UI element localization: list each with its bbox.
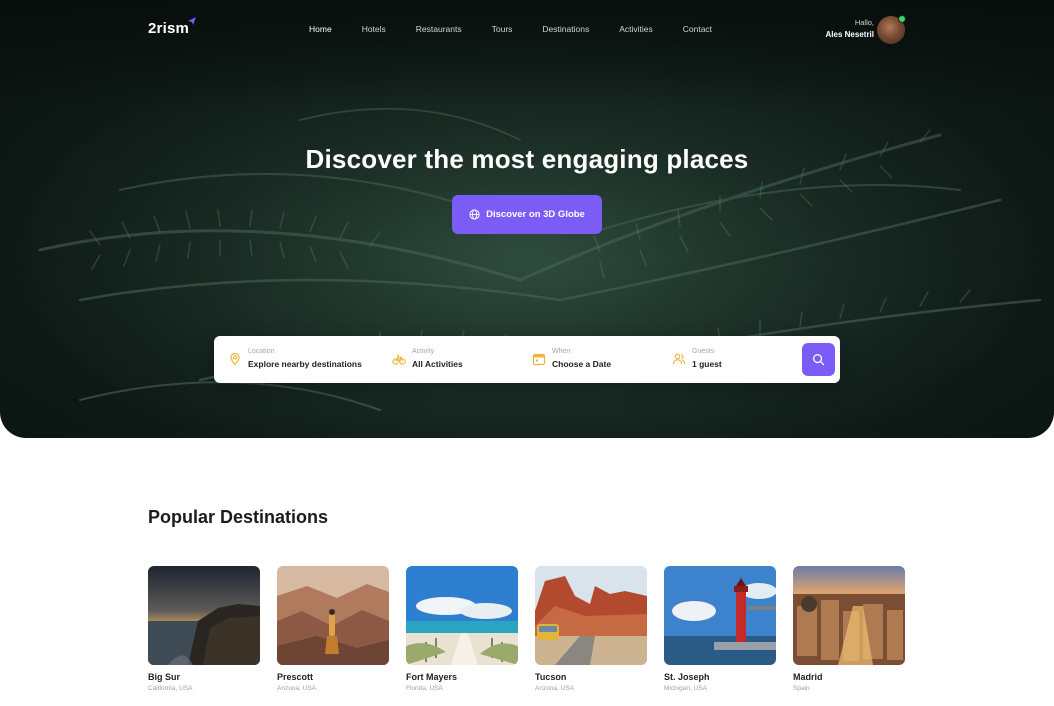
destination-name: Tucson: [535, 672, 567, 682]
user-greeting: Hallo, Ales Nesetril: [826, 18, 874, 39]
destination-name: St. Joseph: [664, 672, 710, 682]
destination-image: [277, 566, 389, 665]
destination-card-tucson[interactable]: Tucson Arizona, USA: [535, 566, 647, 692]
destination-name: Big Sur: [148, 672, 181, 682]
page: 2rism Home Hotels Restaurants Tours Dest…: [0, 0, 1054, 706]
destination-image: [148, 566, 260, 665]
destination-name: Madrid: [793, 672, 823, 682]
destination-image: [406, 566, 518, 665]
date-value: Choose a Date: [552, 359, 612, 369]
main-nav: Home Hotels Restaurants Tours Destinatio…: [309, 24, 712, 34]
user-name: Ales Nesetril: [825, 30, 874, 39]
globe-icon: [469, 209, 480, 220]
discover-3d-globe-button[interactable]: Discover on 3D Globe: [452, 195, 602, 234]
nav-item-destinations[interactable]: Destinations: [542, 24, 589, 34]
online-status-dot: [898, 15, 906, 23]
destination-card-st-joseph[interactable]: St. Joseph Michigan, USA: [664, 566, 776, 692]
calendar-icon: [532, 353, 546, 366]
popular-destinations-title: Popular Destinations: [148, 507, 329, 527]
date-field[interactable]: When Choose a Date: [532, 347, 652, 373]
greeting-text: Hallo,: [854, 18, 874, 27]
nav-item-restaurants[interactable]: Restaurants: [416, 24, 462, 34]
destination-location: California, USA: [148, 685, 193, 692]
activity-label: Activity: [412, 348, 435, 355]
location-label: Location: [248, 348, 275, 355]
top-navbar: 2rism Home Hotels Restaurants Tours Dest…: [0, 0, 1054, 58]
destination-card-fort-mayers[interactable]: Fort Mayers Florida, USA: [406, 566, 518, 692]
destination-card-prescott[interactable]: Prescott Arizona, USA: [277, 566, 389, 692]
destination-image: [664, 566, 776, 665]
nav-item-contact[interactable]: Contact: [683, 24, 712, 34]
activity-field[interactable]: Activity All Activities: [392, 347, 512, 373]
activity-value: All Activities: [412, 359, 463, 369]
guests-field[interactable]: Guests 1 guest: [672, 347, 782, 373]
search-bar: Location Explore nearby destinations Act…: [214, 336, 840, 383]
destination-card-big-sur[interactable]: Big Sur California, USA: [148, 566, 260, 692]
destination-card-madrid[interactable]: Madrid Spain: [793, 566, 905, 692]
search-icon: [813, 354, 825, 366]
nav-item-tours[interactable]: Tours: [492, 24, 513, 34]
bicycle-icon: [392, 354, 406, 365]
destination-location: Spain: [793, 685, 810, 692]
hero-title: Discover the most engaging places: [305, 144, 749, 174]
destination-image: [793, 566, 905, 665]
map-pin-icon: [230, 352, 240, 366]
destination-name: Prescott: [277, 672, 314, 682]
nav-item-home[interactable]: Home: [309, 24, 332, 34]
destination-location: Arizona, USA: [277, 685, 317, 692]
search-button[interactable]: [802, 343, 835, 376]
date-label: When: [552, 348, 571, 355]
destination-location: Arizona, USA: [535, 685, 575, 692]
destinations-list: Big Sur California, USA Prescott Arizona…: [148, 566, 906, 696]
user-avatar[interactable]: [877, 15, 906, 44]
guests-value: 1 guest: [692, 359, 722, 369]
nav-item-activities[interactable]: Activities: [619, 24, 653, 34]
discover-3d-globe-label: Discover on 3D Globe: [486, 209, 585, 220]
destination-name: Fort Mayers: [406, 672, 458, 682]
brand-logo[interactable]: 2rism: [148, 20, 189, 37]
destination-location: Florida, USA: [406, 685, 443, 692]
destination-location: Michigan, USA: [664, 685, 707, 692]
guests-label: Guests: [692, 348, 715, 355]
users-icon: [672, 353, 686, 365]
location-field[interactable]: Location Explore nearby destinations: [228, 347, 378, 373]
nav-item-hotels[interactable]: Hotels: [362, 24, 386, 34]
location-value: Explore nearby destinations: [248, 359, 362, 369]
hero-section: 2rism Home Hotels Restaurants Tours Dest…: [0, 0, 1054, 438]
destination-image: [535, 566, 647, 665]
paper-plane-icon: [188, 17, 196, 25]
